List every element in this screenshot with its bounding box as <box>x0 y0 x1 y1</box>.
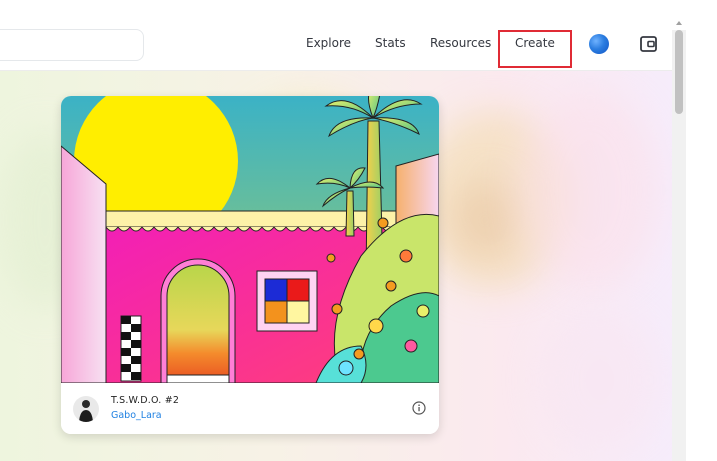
nav-resources[interactable]: Resources <box>430 36 491 50</box>
scroll-up-icon[interactable] <box>676 20 682 26</box>
wallet-icon[interactable] <box>640 36 657 52</box>
nft-title[interactable]: T.S.W.D.O. #2 <box>111 395 179 406</box>
checker-panel <box>120 315 142 382</box>
profile-avatar[interactable] <box>589 34 609 54</box>
creator-link[interactable]: Gabo_Lara <box>111 410 162 421</box>
search-input[interactable] <box>0 29 144 61</box>
scrollbar-thumb[interactable] <box>675 30 683 114</box>
card-footer: T.S.W.D.O. #2 Gabo_Lara <box>61 383 439 434</box>
nft-artwork[interactable] <box>61 96 439 383</box>
nft-card[interactable]: T.S.W.D.O. #2 Gabo_Lara <box>61 96 439 434</box>
info-icon[interactable] <box>412 401 426 415</box>
create-highlight-box <box>498 30 572 68</box>
person-icon <box>79 400 93 422</box>
nav-stats[interactable]: Stats <box>375 36 406 50</box>
top-navbar: Explore Stats Resources Create <box>0 0 672 71</box>
nav-explore[interactable]: Explore <box>306 36 351 50</box>
owner-avatar[interactable] <box>73 396 99 422</box>
